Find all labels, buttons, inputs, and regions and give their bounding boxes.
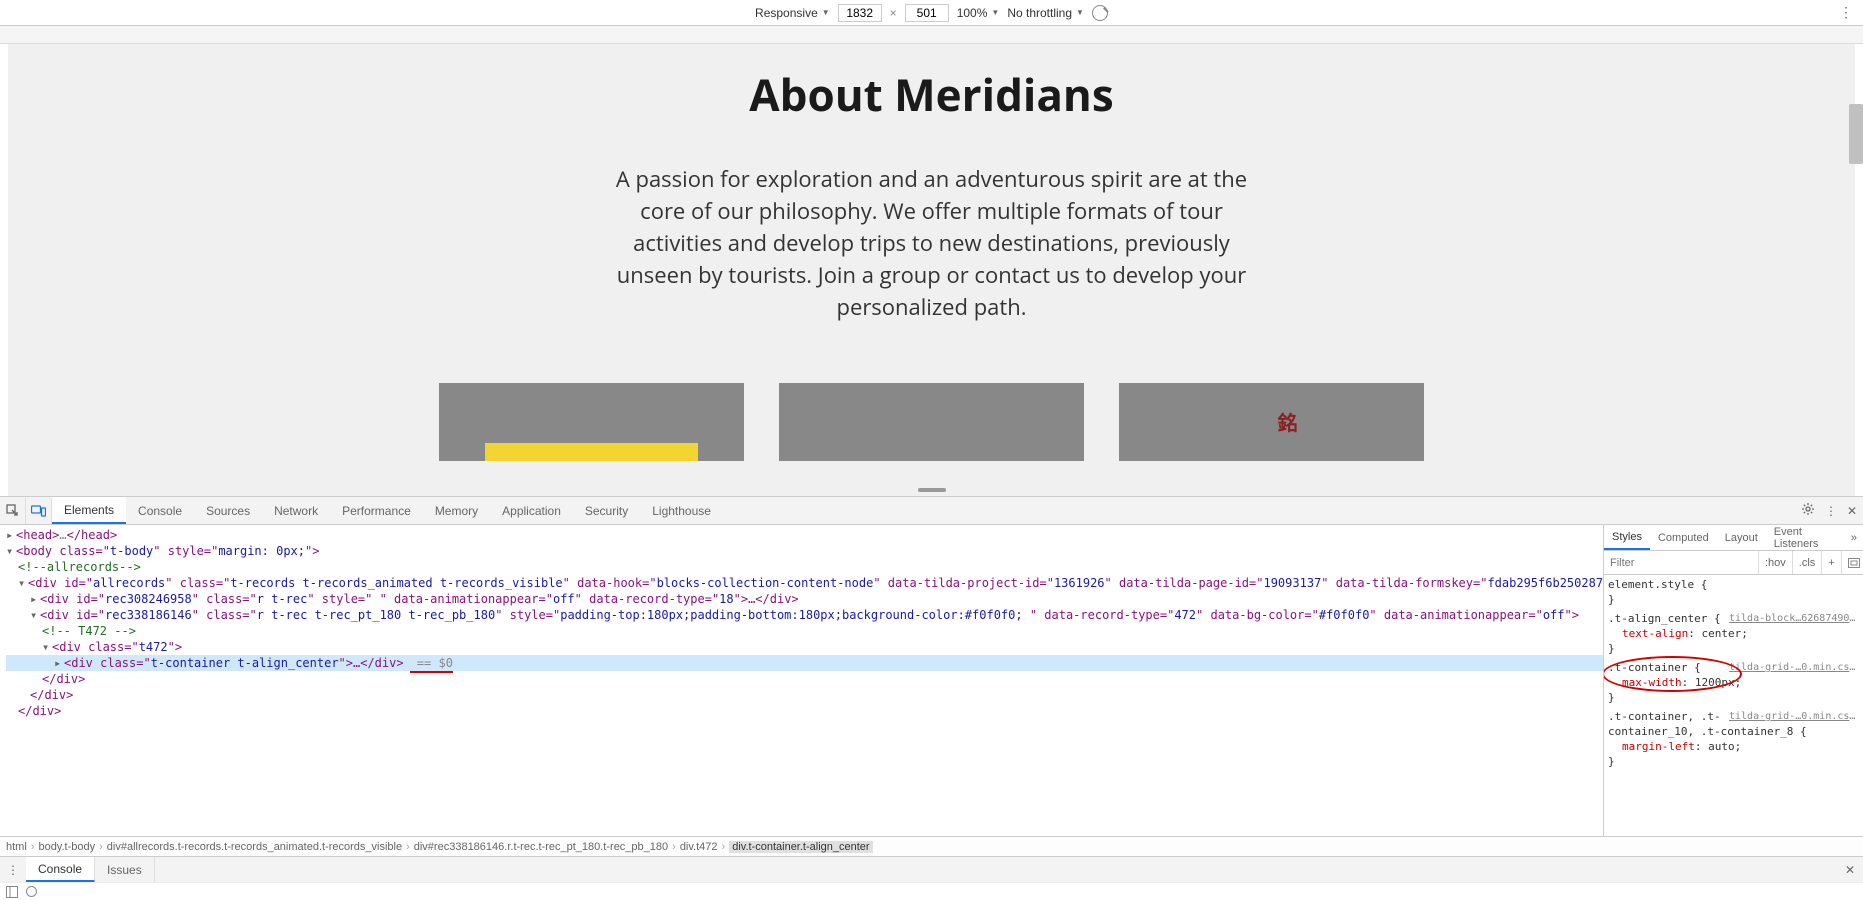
drawer-tab-console[interactable]: Console [26,857,95,882]
page-viewport: About Meridians A passion for exploratio… [8,44,1855,496]
breadcrumb-item[interactable]: div#rec338186146.r.t-rec.t-rec_pt_180.t-… [414,841,668,853]
close-devtools-icon[interactable]: ✕ [1847,504,1857,518]
styles-tab-event-listeners[interactable]: Event Listeners [1766,525,1845,550]
css-rule[interactable]: tilda-grid-…0.min.css:1.t-container, .t-… [1608,709,1859,769]
drawer-tabs: ⋮ ConsoleIssues ✕ [0,856,1863,882]
rule-source-link[interactable]: tilda-grid-…0.min.css:1 [1729,709,1859,724]
gallery-image-3 [1119,383,1424,461]
page-description: A passion for exploration and an adventu… [612,164,1252,323]
dimension-separator: × [890,6,897,20]
dom-breadcrumb[interactable]: html›body.t-body›div#allrecords.t-record… [0,836,1863,856]
rule-source-link[interactable]: tilda-grid-…0.min.css:1 [1729,660,1859,675]
viewport-scrollbar[interactable] [1849,104,1863,164]
device-mode-icon[interactable] [26,498,52,524]
drawer-tab-issues[interactable]: Issues [95,857,155,882]
sidebar-toggle-icon[interactable] [6,886,18,898]
more-options-icon[interactable]: ⋮ [1839,4,1853,21]
box-model-icon[interactable] [1841,551,1863,574]
breadcrumb-item[interactable]: body.t-body [38,841,95,853]
styles-chip-hov[interactable]: :hov [1758,551,1792,574]
css-rule[interactable]: element.style {} [1608,577,1859,607]
devtools-tab-network[interactable]: Network [262,497,330,524]
rule-source-link[interactable]: tilda-block…626874909:1 [1729,611,1859,626]
styles-tab-layout[interactable]: Layout [1717,525,1766,550]
styles-chip-[interactable]: + [1821,551,1840,574]
gallery-image-1 [439,383,744,461]
devtools-panel: ElementsConsoleSourcesNetworkPerformance… [0,496,1863,900]
devtools-tab-elements[interactable]: Elements [52,497,126,524]
drawer-menu-icon[interactable]: ⋮ [0,863,26,877]
styles-chip-cls[interactable]: .cls [1792,551,1822,574]
css-rule[interactable]: tilda-grid-…0.min.css:1.t-container {max… [1608,660,1859,705]
breadcrumb-item[interactable]: div.t472 [680,841,718,853]
device-select[interactable]: Responsive [755,6,830,20]
viewport-resize-handle[interactable] [918,488,946,492]
styles-filter-input[interactable] [1604,557,1758,569]
css-rule[interactable]: tilda-block…626874909:1.t-align_center {… [1608,611,1859,656]
elements-tree[interactable]: ▸<head>…</head> ▾<body class="t-body" st… [0,525,1603,836]
devtools-tab-security[interactable]: Security [573,497,640,524]
styles-sidebar: StylesComputedLayoutEvent Listeners» :ho… [1603,525,1863,836]
devtools-tabs: ElementsConsoleSourcesNetworkPerformance… [0,497,1863,525]
inspect-icon[interactable] [0,498,26,524]
settings-icon[interactable] [1801,502,1815,519]
image-gallery [8,383,1855,461]
viewport-height-input[interactable] [905,4,949,22]
devtools-tab-lighthouse[interactable]: Lighthouse [640,497,723,524]
zoom-select[interactable]: 100% [957,6,1000,20]
devtools-tab-application[interactable]: Application [490,497,573,524]
styles-tab-styles[interactable]: Styles [1604,525,1650,550]
devtools-tab-performance[interactable]: Performance [330,497,423,524]
devtools-tab-console[interactable]: Console [126,497,194,524]
styles-more-tabs[interactable]: » [1845,532,1863,544]
kebab-icon[interactable]: ⋮ [1825,504,1837,518]
device-toolbar: Responsive × 100% No throttling ⋮ [0,0,1863,26]
page-heading: About Meridians [8,64,1855,124]
breadcrumb-item[interactable]: div.t-container.t-align_center [729,841,872,853]
clear-console-icon[interactable] [26,886,37,897]
ruler-bar [0,26,1863,44]
devtools-tab-memory[interactable]: Memory [423,497,490,524]
console-toolbar [0,882,1863,900]
devtools-tab-sources[interactable]: Sources [194,497,262,524]
rotate-icon[interactable] [1092,5,1108,21]
throttling-select[interactable]: No throttling [1007,6,1084,20]
breadcrumb-item[interactable]: html [6,841,27,853]
close-drawer-icon[interactable]: ✕ [1845,863,1855,877]
selected-dom-node[interactable]: ▸<div class="t-container t-align_center"… [6,655,1603,671]
styles-tab-computed[interactable]: Computed [1650,525,1717,550]
viewport-width-input[interactable] [838,4,882,22]
viewport-container: About Meridians A passion for exploratio… [0,44,1863,496]
breadcrumb-item[interactable]: div#allrecords.t-records.t-records_anima… [107,841,402,853]
gallery-image-2 [779,383,1084,461]
